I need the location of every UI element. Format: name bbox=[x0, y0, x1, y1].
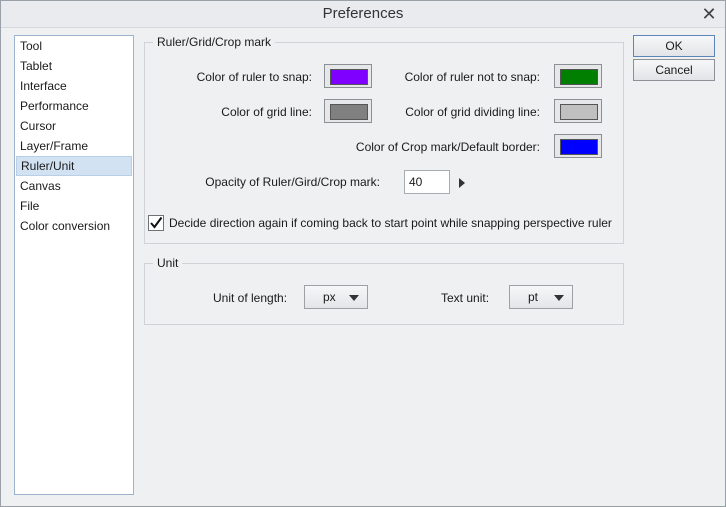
nosnap-color-swatch bbox=[560, 69, 598, 85]
chevron-down-icon bbox=[349, 295, 359, 301]
text-unit-label: Text unit: bbox=[441, 291, 490, 305]
ok-button[interactable]: OK bbox=[633, 35, 715, 57]
unit-length-value: px bbox=[323, 290, 336, 304]
cancel-button[interactable]: Cancel bbox=[633, 59, 715, 81]
perspective-checkbox[interactable] bbox=[148, 215, 164, 231]
sidebar-item-canvas[interactable]: Canvas bbox=[15, 176, 133, 196]
perspective-label: Decide direction again if coming back to… bbox=[169, 216, 612, 230]
grid-color-label: Color of grid line: bbox=[221, 105, 312, 119]
griddiv-color-swatch bbox=[560, 104, 598, 120]
griddiv-color-button[interactable] bbox=[554, 99, 602, 123]
sidebar-item-cursor[interactable]: Cursor bbox=[15, 116, 133, 136]
unit-length-label: Unit of length: bbox=[213, 291, 288, 305]
unit-group-legend: Unit bbox=[153, 256, 183, 270]
crop-color-swatch bbox=[560, 139, 598, 155]
crop-color-button[interactable] bbox=[554, 134, 602, 158]
griddiv-color-label: Color of grid dividing line: bbox=[405, 105, 540, 119]
category-list: Tool Tablet Interface Performance Cursor… bbox=[14, 35, 134, 495]
opacity-input[interactable]: 40 bbox=[404, 170, 450, 194]
sidebar-item-interface[interactable]: Interface bbox=[15, 76, 133, 96]
preferences-window: Preferences ✕ Tool Tablet Interface Perf… bbox=[0, 0, 726, 507]
sidebar-item-performance[interactable]: Performance bbox=[15, 96, 133, 116]
sidebar-item-tablet[interactable]: Tablet bbox=[15, 56, 133, 76]
sidebar-item-ruler-unit[interactable]: Ruler/Unit bbox=[16, 156, 132, 176]
nosnap-color-label: Color of ruler not to snap: bbox=[404, 70, 540, 84]
sidebar-item-tool[interactable]: Tool bbox=[15, 36, 133, 56]
crop-color-label: Color of Crop mark/Default border: bbox=[355, 140, 540, 154]
nosnap-color-button[interactable] bbox=[554, 64, 602, 88]
snap-color-label: Color of ruler to snap: bbox=[196, 70, 312, 84]
ruler-group-legend: Ruler/Grid/Crop mark bbox=[153, 35, 276, 49]
window-title: Preferences bbox=[322, 5, 404, 22]
text-unit-value: pt bbox=[528, 290, 539, 304]
snap-color-button[interactable] bbox=[324, 64, 372, 88]
chevron-down-icon bbox=[554, 295, 564, 301]
unit-length-select[interactable]: px bbox=[304, 285, 368, 309]
snap-color-swatch bbox=[330, 69, 368, 85]
text-unit-select[interactable]: pt bbox=[509, 285, 573, 309]
close-icon[interactable]: ✕ bbox=[699, 4, 719, 24]
grid-color-button[interactable] bbox=[324, 99, 372, 123]
sidebar-item-layer-frame[interactable]: Layer/Frame bbox=[15, 136, 133, 156]
checkmark-icon bbox=[150, 216, 163, 229]
title-bar: Preferences ✕ bbox=[1, 1, 725, 28]
opacity-spin-arrow-icon[interactable] bbox=[459, 178, 465, 188]
sidebar-item-file[interactable]: File bbox=[15, 196, 133, 216]
opacity-label: Opacity of Ruler/Gird/Crop mark: bbox=[205, 175, 380, 189]
grid-color-swatch bbox=[330, 104, 368, 120]
sidebar-item-color-conversion[interactable]: Color conversion bbox=[15, 216, 133, 236]
